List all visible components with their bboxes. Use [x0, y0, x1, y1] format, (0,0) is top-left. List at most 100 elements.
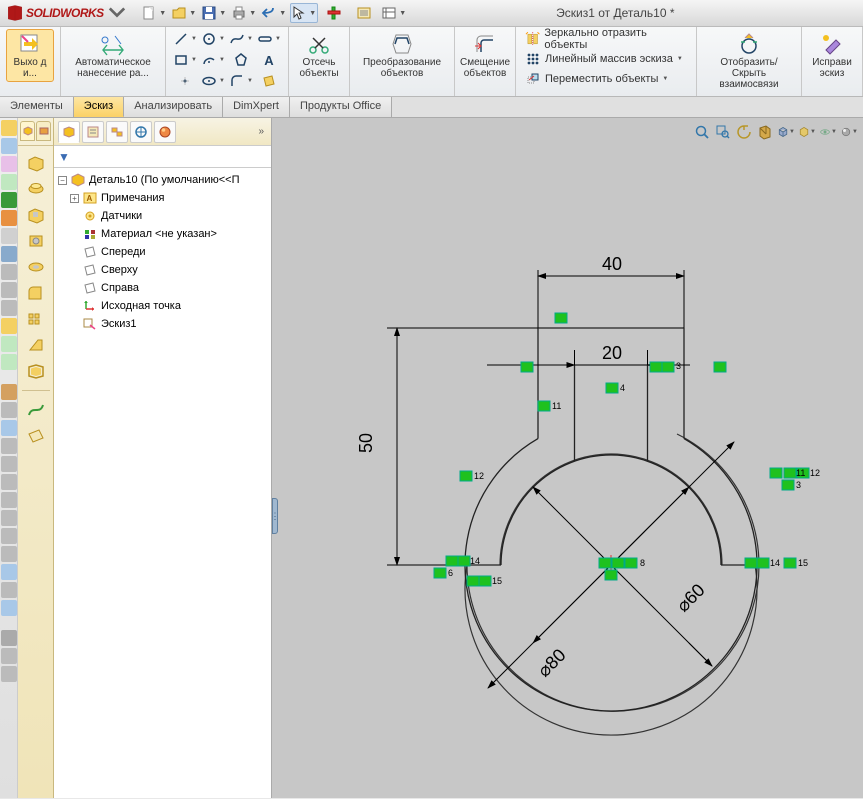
offset-button[interactable]: Смещение объектов: [461, 29, 509, 82]
appearance-icon[interactable]: ▼: [839, 122, 859, 142]
dim-d60[interactable]: ⌀60: [673, 580, 709, 616]
ft-3dsketch-icon[interactable]: [23, 399, 49, 421]
dim-d80[interactable]: ⌀80: [534, 645, 570, 681]
tree-expand-icon[interactable]: +: [70, 194, 79, 203]
lt-btn-11[interactable]: [1, 300, 17, 316]
open-file-button[interactable]: ▼: [170, 3, 198, 23]
smart-dimension-button[interactable]: Автоматическое нанесение ра...: [67, 29, 159, 82]
lt-btn-8[interactable]: [1, 246, 17, 262]
lt-btn-10[interactable]: [1, 282, 17, 298]
lt-btn-3[interactable]: [1, 156, 17, 172]
lt-btn-9[interactable]: [1, 264, 17, 280]
lt-btn-18[interactable]: [1, 438, 17, 454]
dim-50[interactable]: 50: [356, 433, 376, 453]
zoom-area-icon[interactable]: [713, 122, 733, 142]
tree-origin[interactable]: Исходная точка: [58, 297, 267, 315]
lt-btn-16[interactable]: [1, 402, 17, 418]
arc-tool[interactable]: ▼: [200, 50, 226, 70]
select-button[interactable]: ▼: [290, 3, 318, 23]
tab-sketch[interactable]: Эскиз: [74, 97, 124, 117]
tab-elements[interactable]: Элементы: [0, 97, 74, 117]
lt-btn-2[interactable]: [1, 138, 17, 154]
undo-button[interactable]: ▼: [260, 3, 288, 23]
tree-tab-render-icon[interactable]: [154, 121, 176, 143]
ft-tab-surfaces-icon[interactable]: [36, 121, 51, 141]
tree-root[interactable]: − Деталь10 (По умолчанию<<П: [58, 171, 267, 189]
dim-40[interactable]: 40: [602, 254, 622, 274]
convert-button[interactable]: Преобразование объектов: [356, 29, 448, 82]
tree-panel-overflow-icon[interactable]: »: [255, 126, 267, 137]
ft-tab-features[interactable]: [20, 121, 35, 141]
lt-btn-19[interactable]: [1, 456, 17, 472]
circle-tool[interactable]: ▼: [200, 29, 226, 49]
zoom-fit-icon[interactable]: [692, 122, 712, 142]
lt-btn-15[interactable]: [1, 384, 17, 400]
tree-tab-featuremanager-icon[interactable]: [58, 121, 80, 143]
lt-btn-13[interactable]: [1, 336, 17, 352]
exit-sketch-button[interactable]: Выхо д и...: [6, 29, 54, 82]
lt-btn-1[interactable]: [1, 120, 17, 136]
mirror-button[interactable]: Зеркально отразить объекты: [522, 29, 690, 49]
dim-20[interactable]: 20: [602, 343, 622, 363]
print-button[interactable]: ▼: [230, 3, 258, 23]
ft-revolve-icon[interactable]: [23, 178, 49, 200]
relations-button[interactable]: Отобразить/Скрыть взаимосвязи: [703, 29, 795, 93]
section-view-icon[interactable]: [755, 122, 775, 142]
line-tool[interactable]: ▼: [172, 29, 198, 49]
lt-btn-6[interactable]: [1, 210, 17, 226]
lt-btn-29[interactable]: [1, 648, 17, 664]
feature-tree[interactable]: − Деталь10 (По умолчанию<<П + A Примечан…: [54, 168, 271, 336]
move-button[interactable]: Переместить объекты ▼: [522, 69, 671, 89]
hide-show-icon[interactable]: ▼: [818, 122, 838, 142]
lt-btn-30[interactable]: [1, 666, 17, 682]
slot-tool[interactable]: ▼: [256, 29, 282, 49]
linear-pattern-button[interactable]: Линейный массив эскиза ▼: [522, 49, 686, 69]
tree-tab-propertymanager-icon[interactable]: [82, 121, 104, 143]
plane-tool[interactable]: [256, 71, 282, 91]
save-button[interactable]: ▼: [200, 3, 228, 23]
repair-sketch-button[interactable]: Исправи эскиз: [808, 29, 856, 82]
graphics-viewport[interactable]: * 40 20 50: [272, 118, 863, 798]
properties-button[interactable]: ▼: [380, 3, 408, 23]
ellipse-tool[interactable]: ▼: [200, 71, 226, 91]
lt-btn-24[interactable]: [1, 546, 17, 562]
ft-rib-icon[interactable]: [23, 334, 49, 356]
tree-material[interactable]: Материал <не указан>: [58, 225, 267, 243]
rebuild-button[interactable]: [320, 3, 348, 23]
lt-btn-17[interactable]: [1, 420, 17, 436]
new-file-button[interactable]: ▼: [140, 3, 168, 23]
previous-view-icon[interactable]: [734, 122, 754, 142]
tree-right-plane[interactable]: Справа: [58, 279, 267, 297]
tree-sketch1[interactable]: Эскиз1: [58, 315, 267, 333]
tree-top-plane[interactable]: Сверху: [58, 261, 267, 279]
ft-fillet-icon[interactable]: [23, 282, 49, 304]
point-tool[interactable]: [172, 71, 198, 91]
spline-tool[interactable]: ▼: [228, 29, 254, 49]
lt-btn-28[interactable]: [1, 630, 17, 646]
ft-cut-revolve-icon[interactable]: [23, 256, 49, 278]
view-orientation-icon[interactable]: ▼: [776, 122, 796, 142]
lt-btn-23[interactable]: [1, 528, 17, 544]
ft-extrude-icon[interactable]: [23, 152, 49, 174]
filter-icon[interactable]: ▼: [58, 150, 70, 164]
tree-tab-configmanager-icon[interactable]: [106, 121, 128, 143]
options-button[interactable]: [350, 3, 378, 23]
ft-cut-extrude-icon[interactable]: [23, 204, 49, 226]
tree-expand-icon[interactable]: −: [58, 176, 67, 185]
tree-front-plane[interactable]: Спереди: [58, 243, 267, 261]
lt-btn-21[interactable]: [1, 492, 17, 508]
tree-tab-dimxpert-icon[interactable]: [130, 121, 152, 143]
tab-office[interactable]: Продукты Office: [290, 97, 392, 117]
trim-button[interactable]: Отсечь объекты: [295, 29, 343, 82]
ft-pattern-icon[interactable]: [23, 308, 49, 330]
app-menu-expand-icon[interactable]: [108, 3, 126, 24]
tree-sensors[interactable]: Датчики: [58, 207, 267, 225]
tab-dimxpert[interactable]: DimXpert: [223, 97, 290, 117]
text-tool[interactable]: A: [256, 50, 282, 70]
display-style-icon[interactable]: ▼: [797, 122, 817, 142]
ft-hole-icon[interactable]: [23, 230, 49, 252]
tab-analyze[interactable]: Анализировать: [124, 97, 223, 117]
lt-btn-22[interactable]: [1, 510, 17, 526]
lt-btn-4[interactable]: [1, 174, 17, 190]
tree-annotations[interactable]: + A Примечания: [58, 189, 267, 207]
